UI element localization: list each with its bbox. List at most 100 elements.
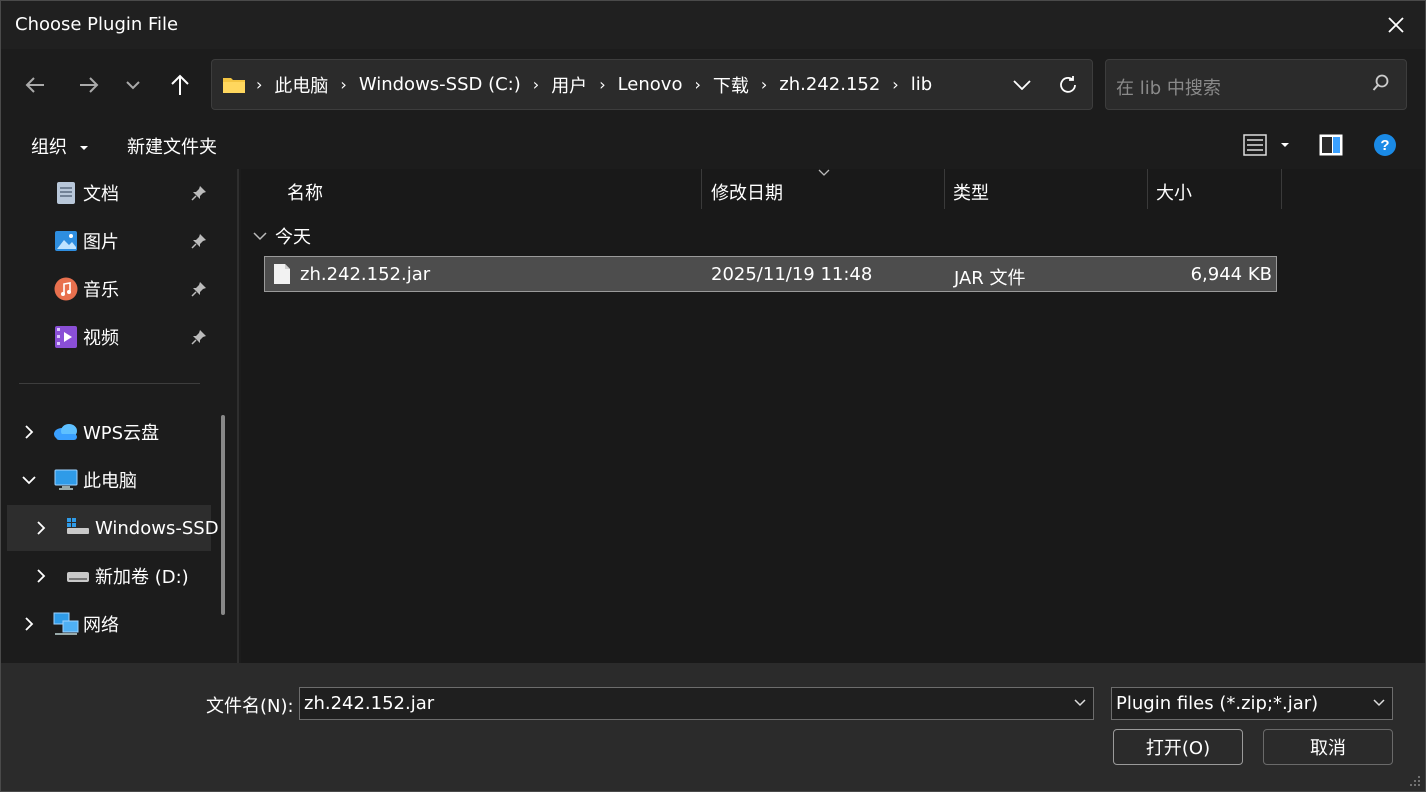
sidebar-item-drive-d[interactable]: 新加卷 (D:) — [1, 554, 233, 598]
arrow-left-icon — [25, 77, 44, 93]
group-header-today[interactable]: 今天 — [253, 223, 311, 249]
sidebar-divider — [19, 383, 200, 384]
breadcrumb-item[interactable]: Lenovo — [618, 74, 683, 95]
sidebar-item-label: 图片 — [83, 232, 119, 253]
filetype-value: Plugin files (*.zip;*.jar) — [1116, 693, 1319, 714]
close-button[interactable] — [1377, 7, 1415, 43]
caret-down-icon — [79, 146, 88, 150]
column-header-name[interactable]: 名称 — [287, 179, 323, 205]
chevron-down-icon[interactable] — [1073, 694, 1087, 712]
organize-menu[interactable]: 组织 — [31, 133, 89, 159]
drive-icon — [67, 518, 89, 534]
cloud-icon — [54, 424, 77, 440]
sidebar-item-label: 音乐 — [83, 280, 119, 301]
sidebar-item-network[interactable]: 网络 — [1, 602, 233, 646]
video-icon — [55, 326, 77, 348]
recent-locations-button[interactable] — [115, 67, 151, 103]
breadcrumb-separator: › — [892, 75, 899, 94]
column-divider[interactable] — [944, 169, 945, 209]
group-label: 今天 — [275, 227, 311, 248]
sidebar-item-label: 网络 — [83, 615, 119, 636]
filetype-select[interactable]: Plugin files (*.zip;*.jar) — [1111, 687, 1393, 720]
collapse-button[interactable] — [19, 470, 39, 490]
dialog-title: Choose Plugin File — [15, 14, 179, 35]
breadcrumb-separator: › — [694, 75, 701, 94]
breadcrumb-item[interactable]: 此电脑 — [274, 72, 328, 98]
caret-down-icon — [1281, 143, 1289, 147]
sidebar-item-label: Windows-SSD — [95, 517, 219, 539]
breadcrumb-separator: › — [340, 75, 347, 94]
chevron-right-icon — [37, 569, 46, 583]
sidebar-item-documents[interactable]: 文档 — [1, 171, 233, 215]
column-header-type[interactable]: 类型 — [953, 179, 989, 205]
breadcrumb-item[interactable]: Windows-SSD (C:) — [359, 74, 521, 95]
address-history-button[interactable] — [1004, 67, 1040, 103]
breadcrumb-item[interactable]: lib — [911, 74, 932, 95]
refresh-button[interactable] — [1050, 67, 1086, 103]
expand-button[interactable] — [31, 518, 51, 538]
sidebar-item-videos[interactable]: 视频 — [1, 315, 233, 359]
resize-grip-icon[interactable] — [1409, 775, 1421, 787]
column-divider[interactable] — [701, 169, 702, 209]
chevron-down-icon — [253, 231, 267, 240]
search-input[interactable]: 在 lib 中搜索 — [1105, 59, 1407, 110]
pin-icon — [191, 186, 206, 201]
sort-descending-icon — [818, 169, 830, 176]
column-header-date[interactable]: 修改日期 — [711, 179, 783, 205]
dialog-footer: 文件名(N): zh.242.152.jar Plugin files (*.z… — [1, 663, 1425, 791]
sidebar-item-wps-cloud[interactable]: WPS云盘 — [1, 410, 233, 454]
file-icon — [274, 264, 290, 284]
breadcrumb-item[interactable]: 用户 — [551, 72, 587, 98]
chevron-right-icon — [25, 617, 34, 631]
sidebar-item-label: 视频 — [83, 328, 119, 349]
drive-icon — [67, 572, 89, 582]
breadcrumb: › 此电脑 › Windows-SSD (C:) › 用户 › Lenovo ›… — [222, 60, 932, 109]
expand-button[interactable] — [31, 566, 51, 586]
cancel-button[interactable]: 取消 — [1263, 729, 1393, 765]
file-row[interactable]: zh.242.152.jar 2025/11/19 11:48 JAR 文件 6… — [264, 256, 1277, 292]
sidebar-item-this-pc[interactable]: 此电脑 — [1, 458, 233, 502]
close-icon — [1388, 17, 1404, 33]
chevron-down-icon — [126, 81, 140, 90]
navigation-bar: › 此电脑 › Windows-SSD (C:) › 用户 › Lenovo ›… — [1, 49, 1425, 121]
expand-button[interactable] — [19, 422, 39, 442]
sidebar-scrollbar[interactable] — [221, 415, 225, 615]
forward-button[interactable] — [71, 67, 107, 103]
new-folder-button[interactable]: 新建文件夹 — [127, 133, 217, 159]
breadcrumb-item[interactable]: zh.242.152 — [779, 74, 880, 95]
help-button[interactable]: ? — [1369, 130, 1401, 160]
chevron-down-icon — [1373, 699, 1385, 707]
breadcrumb-separator: › — [256, 75, 263, 94]
search-placeholder: 在 lib 中搜索 — [1116, 78, 1221, 99]
preview-pane-button[interactable] — [1315, 130, 1347, 160]
filename-value: zh.242.152.jar — [304, 693, 435, 714]
file-size: 6,944 KB — [1190, 264, 1272, 285]
column-divider[interactable] — [1147, 169, 1148, 209]
pin-icon — [191, 282, 206, 297]
address-bar[interactable]: › 此电脑 › Windows-SSD (C:) › 用户 › Lenovo ›… — [211, 59, 1093, 110]
column-header-size[interactable]: 大小 — [1156, 179, 1192, 205]
sidebar-item-pictures[interactable]: 图片 — [1, 219, 233, 263]
sidebar-item-music[interactable]: 音乐 — [1, 267, 233, 311]
back-button[interactable] — [17, 67, 53, 103]
file-dialog: Choose Plugin File › 此电脑 › Windows-SSD (… — [0, 0, 1426, 792]
computer-icon — [54, 469, 78, 490]
network-icon — [53, 612, 79, 635]
filename-label: 文件名(N): — [206, 696, 294, 717]
column-divider[interactable] — [1281, 169, 1282, 209]
view-dropdown-button[interactable] — [1269, 130, 1301, 160]
sidebar-item-label: 文档 — [83, 184, 119, 205]
sidebar-item-windows-ssd[interactable]: Windows-SSD — [1, 506, 233, 550]
view-options-button[interactable] — [1239, 130, 1271, 160]
breadcrumb-item[interactable]: 下载 — [713, 72, 749, 98]
filename-input[interactable]: zh.242.152.jar — [299, 687, 1094, 720]
expand-button[interactable] — [19, 614, 39, 634]
breadcrumb-separator: › — [760, 75, 768, 94]
open-button[interactable]: 打开(O) — [1113, 729, 1243, 765]
up-button[interactable] — [162, 67, 198, 103]
chevron-right-icon — [37, 521, 46, 535]
list-view-icon — [1243, 134, 1267, 156]
arrow-up-icon — [171, 74, 189, 95]
breadcrumb-separator: › — [532, 75, 540, 94]
sidebar-item-label: 新加卷 (D:) — [95, 567, 189, 588]
